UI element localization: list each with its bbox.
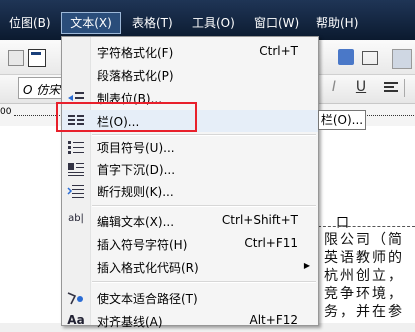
toolbar-icon-right[interactable] — [360, 49, 382, 65]
menu-bar: 位图(B) 文本(X) 表格(T) 工具(O) 窗口(W) 帮助(H) — [0, 0, 415, 40]
toolbar-icon-edge[interactable] — [392, 49, 412, 69]
menu-tools[interactable]: 工具(O) — [192, 13, 235, 33]
menu-item-bullets[interactable]: 项目符号(U)... — [62, 136, 318, 158]
menu-item-insert-format-code[interactable]: 插入格式化代码(R) ▶ — [62, 256, 318, 278]
toolbar-button-icon[interactable] — [8, 50, 24, 66]
menu-separator — [92, 281, 316, 283]
bullets-icon — [67, 139, 85, 155]
highlight-box — [56, 102, 197, 132]
tooltip: 栏(O)... — [318, 110, 366, 130]
font-name-value: O 仿宋 — [23, 83, 61, 97]
menu-item-insert-symbol[interactable]: 插入符号字符(H) Ctrl+F11 — [62, 233, 318, 255]
menu-separator — [92, 205, 316, 207]
line-break-rules-icon — [67, 183, 85, 199]
align-baseline-icon: Aa — [67, 313, 85, 327]
doc-line: 限公司（简 — [324, 232, 404, 248]
drop-cap-icon — [67, 161, 85, 177]
doc-line: 英语教师的 — [324, 250, 404, 266]
menu-item-edit-text[interactable]: ab| 编辑文本(X)... Ctrl+Shift+T — [62, 210, 318, 232]
text-menu-dropdown: 字符格式化(F) Ctrl+T 段落格式化(P) 制表位(B)... 栏(O).… — [61, 36, 319, 329]
toolbar-edge — [404, 79, 415, 97]
menu-item-character-format[interactable]: 字符格式化(F) Ctrl+T — [62, 41, 318, 63]
menu-help[interactable]: 帮助(H) — [316, 13, 358, 33]
menu-table[interactable]: 表格(T) — [132, 13, 173, 33]
text-frame-border — [318, 226, 415, 228]
align-icon[interactable] — [382, 79, 400, 97]
menu-item-drop-cap[interactable]: 首字下沉(D)... — [62, 158, 318, 180]
italic-icon[interactable]: I — [325, 79, 343, 97]
edit-text-icon: ab| — [68, 213, 84, 224]
doc-line: 杭州创立， — [324, 268, 404, 284]
submenu-arrow-icon: ▶ — [303, 261, 310, 270]
doc-line: 竞争环境， — [324, 286, 404, 302]
toolbar-blue-icon[interactable] — [338, 49, 354, 65]
menu-item-fit-text-to-path[interactable]: 使文本适合路径(T) — [62, 287, 318, 309]
menu-item-line-break-rules[interactable]: 断行规则(K)... — [62, 180, 318, 202]
window-icon[interactable] — [28, 49, 46, 67]
ruler-label: 00 — [0, 107, 12, 117]
doc-line: 务，并在参 — [324, 304, 404, 320]
menu-bitmap[interactable]: 位图(B) — [9, 13, 51, 33]
underline-icon[interactable]: U — [352, 79, 370, 97]
menu-item-paragraph-format[interactable]: 段落格式化(P) — [62, 64, 318, 86]
menu-window[interactable]: 窗口(W) — [254, 13, 299, 33]
fit-text-to-path-icon — [67, 290, 85, 306]
font-name-field[interactable]: O 仿宋 — [18, 77, 62, 99]
menu-text[interactable]: 文本(X) — [61, 12, 121, 34]
menu-item-align-baseline[interactable]: Aa 对齐基线(A) Alt+F12 — [62, 310, 318, 332]
